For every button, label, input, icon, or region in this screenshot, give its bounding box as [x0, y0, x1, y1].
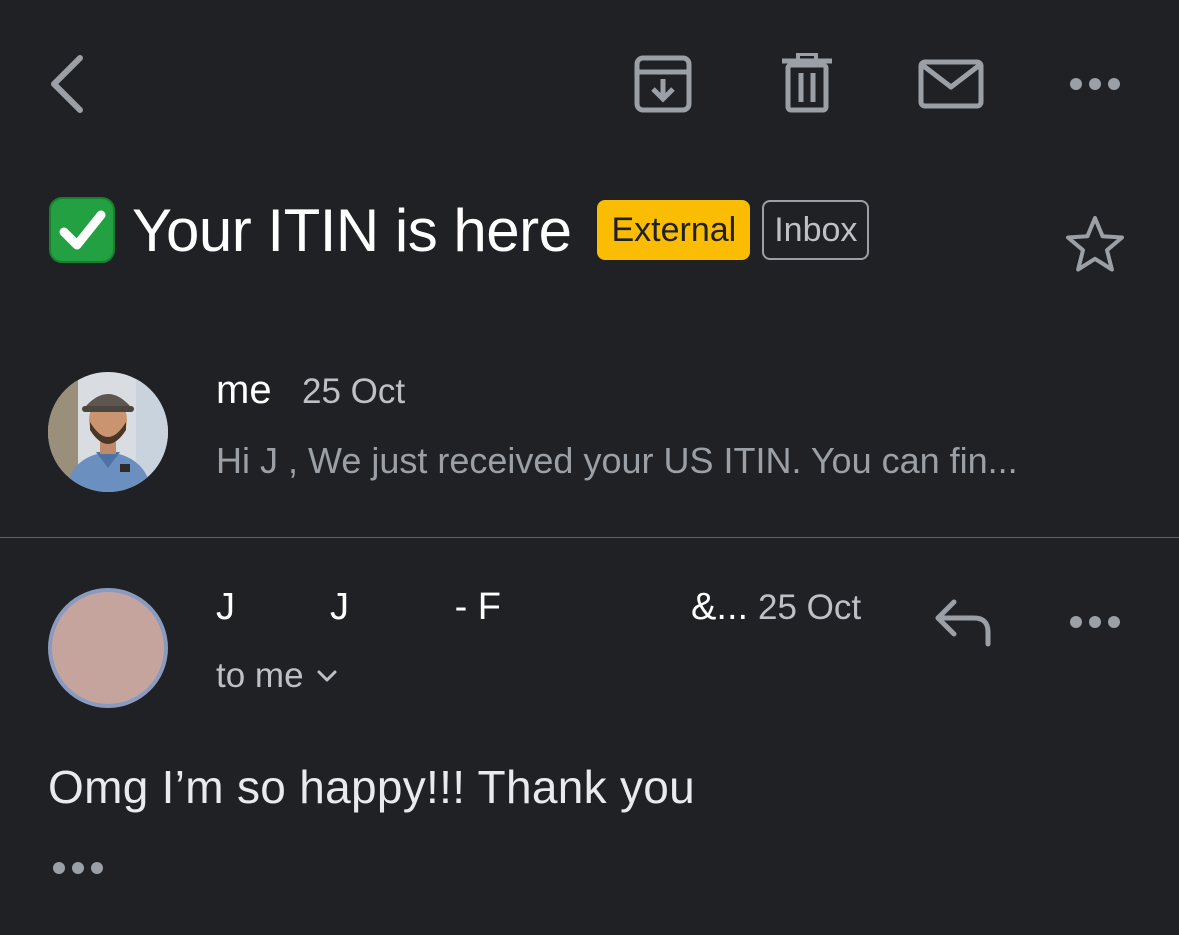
star-button[interactable] [1064, 214, 1126, 274]
message-date: 25 Oct [758, 588, 862, 627]
delete-button[interactable] [780, 53, 834, 113]
external-label: External [597, 200, 751, 260]
more-horizontal-icon [1068, 72, 1122, 96]
mail-icon [918, 59, 984, 109]
reply-icon [932, 598, 994, 648]
more-options-button[interactable] [1068, 72, 1122, 96]
avatar[interactable] [48, 588, 168, 708]
recipient-details-toggle[interactable]: to me [216, 656, 338, 696]
chevron-left-icon [44, 52, 88, 116]
more-horizontal-icon [50, 856, 106, 880]
recipient-text: to me [216, 656, 304, 695]
back-button[interactable] [44, 52, 88, 116]
more-horizontal-icon [1068, 610, 1122, 634]
chevron-down-icon [316, 669, 338, 683]
reply-button[interactable] [932, 598, 994, 648]
sender-name: me [216, 368, 272, 412]
message-snippet[interactable]: Hi J , We just received your US ITIN. Yo… [216, 440, 1018, 482]
trash-icon [780, 53, 834, 113]
archive-button[interactable] [634, 55, 692, 113]
check-mark-icon [48, 196, 116, 264]
avatar[interactable] [48, 372, 168, 492]
subject-row: Your ITIN is here External Inbox [48, 190, 870, 270]
message-more-button[interactable] [1068, 610, 1122, 634]
email-subject: Your ITIN is here [132, 196, 572, 264]
message-body: Omg I’m so happy!!! Thank you [48, 761, 696, 813]
message-divider [0, 537, 1179, 538]
show-trimmed-content-button[interactable] [50, 856, 106, 880]
mark-unread-button[interactable] [918, 59, 984, 109]
inbox-label[interactable]: Inbox [762, 200, 870, 260]
message-date: 25 Oct [302, 372, 406, 411]
archive-icon [634, 55, 692, 113]
star-outline-icon [1064, 214, 1126, 274]
sender-name: J J - F &... [216, 586, 749, 628]
